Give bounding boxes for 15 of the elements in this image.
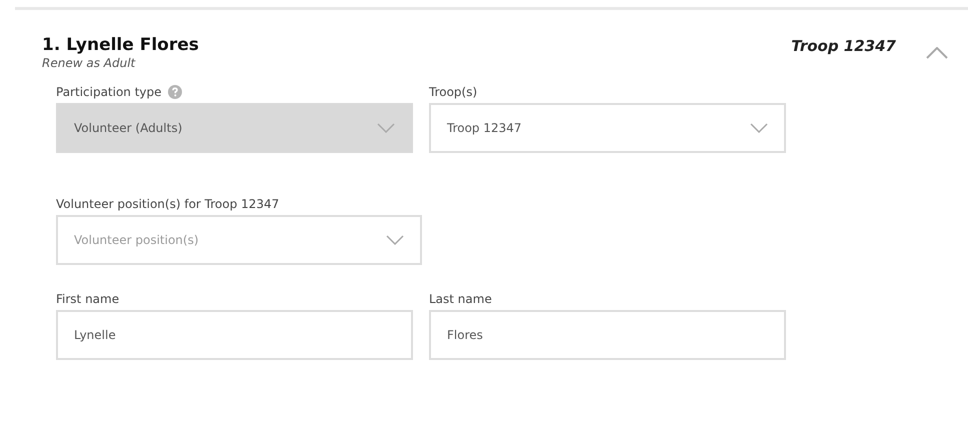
field-label: First name xyxy=(56,292,120,306)
collapse-icon[interactable] xyxy=(926,47,948,59)
field-label: Volunteer position(s) for Troop 12347 xyxy=(56,197,280,211)
chevron-down-icon xyxy=(377,123,395,133)
text-field[interactable]: Flores xyxy=(429,310,786,360)
field-label: Participation type xyxy=(56,85,162,99)
dropdown[interactable]: Troop 12347 xyxy=(429,103,786,153)
person-name: 1. Lynelle Flores xyxy=(42,35,200,55)
text-field[interactable]: Lynelle xyxy=(56,310,413,360)
chevron-down-icon xyxy=(750,123,768,133)
troop-label: Troop 12347 xyxy=(791,37,896,55)
field-label: Last name xyxy=(429,292,492,306)
renewal-type: Renew as Adult xyxy=(42,56,136,70)
chevron-down-icon xyxy=(386,235,404,245)
field-label: Troop(s) xyxy=(429,85,478,99)
